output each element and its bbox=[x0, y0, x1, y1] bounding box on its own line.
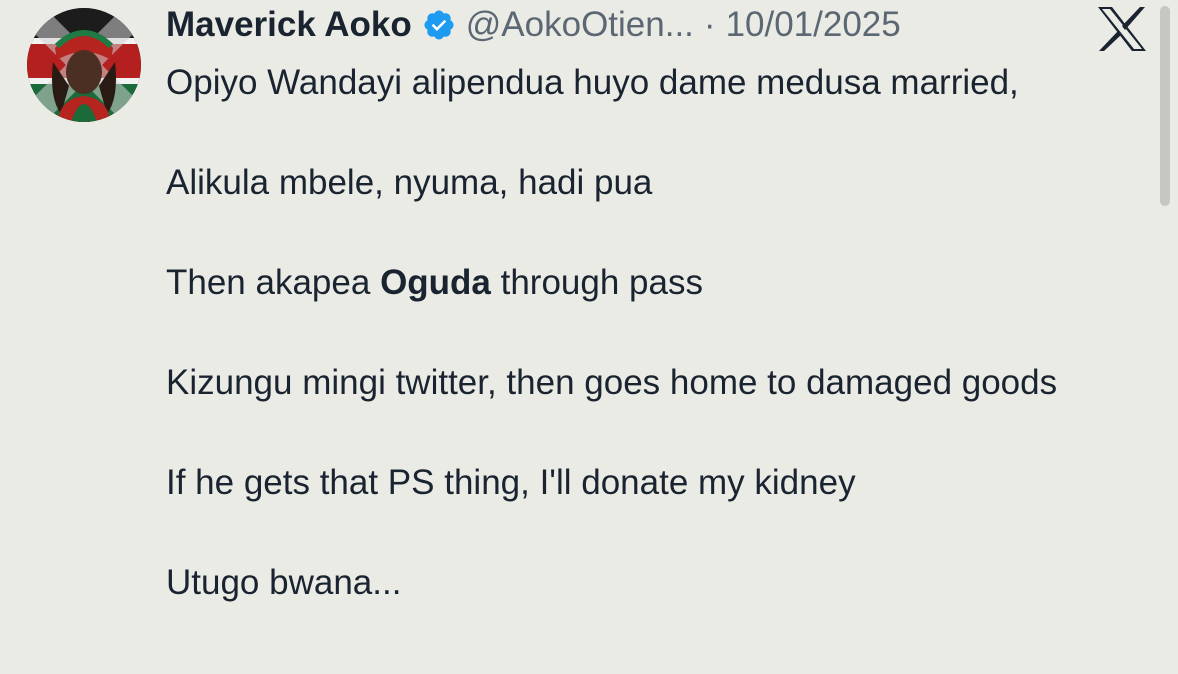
header-separator: · bbox=[703, 5, 716, 44]
mention-oguda: Oguda bbox=[380, 263, 491, 302]
tweet-line-3-start: Then akapea bbox=[166, 263, 381, 302]
tweet-line-4: Kizungu mingi twitter, then goes home to… bbox=[166, 363, 1058, 402]
tweet-line-1: Opiyo Wandayi alipendua huyo dame medusa… bbox=[166, 63, 1019, 102]
tweet-date[interactable]: 10/01/2025 bbox=[726, 5, 901, 45]
avatar-image bbox=[27, 8, 141, 122]
x-logo-icon[interactable] bbox=[1096, 5, 1148, 53]
tweet-line-3: Then akapea Oguda through pass bbox=[166, 258, 1126, 308]
tweet-line-5: If he gets that PS thing, I'll donate my… bbox=[166, 463, 856, 502]
tweet-line-6: Utugo bwana... bbox=[166, 563, 402, 602]
avatar[interactable] bbox=[27, 8, 141, 122]
tweet-line-2: Alikula mbele, nyuma, hadi pua bbox=[166, 163, 653, 202]
author-handle[interactable]: @AokoOtien... bbox=[466, 5, 694, 45]
tweet-body: Opiyo Wandayi alipendua huyo dame medusa… bbox=[166, 58, 1126, 658]
tweet-header: Maverick Aoko @AokoOtien... · 10/01/2025 bbox=[166, 0, 901, 50]
scrollbar[interactable] bbox=[1160, 6, 1170, 206]
verified-badge-icon bbox=[422, 8, 456, 42]
author-name[interactable]: Maverick Aoko bbox=[166, 5, 412, 45]
tweet-line-3-end: through pass bbox=[490, 263, 703, 302]
tweet: Maverick Aoko @AokoOtien... · 10/01/2025… bbox=[0, 0, 1178, 674]
